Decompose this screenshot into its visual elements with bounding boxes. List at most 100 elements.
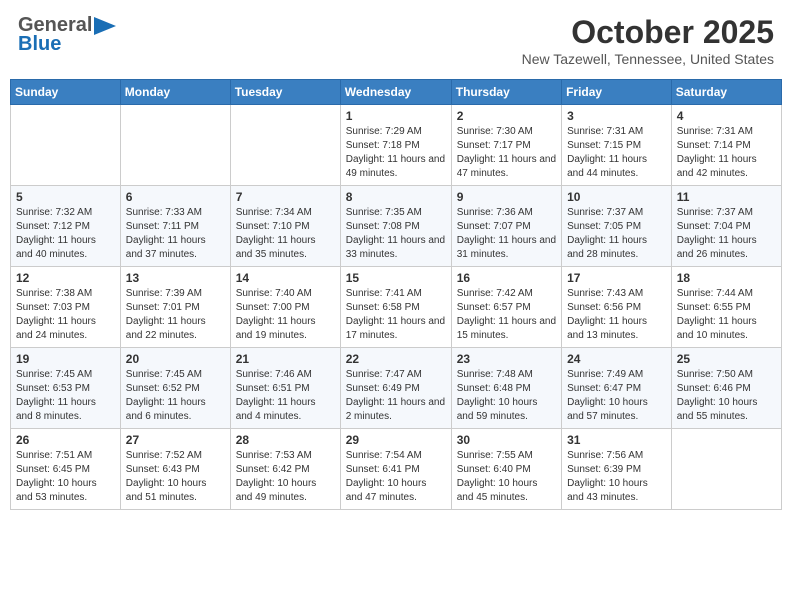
calendar-cell: 1 Sunrise: 7:29 AM Sunset: 7:18 PM Dayli… <box>340 105 451 186</box>
sunset-text: Sunset: 6:55 PM <box>677 302 751 313</box>
day-number: 27 <box>126 433 225 447</box>
day-number: 26 <box>16 433 115 447</box>
day-info: Sunrise: 7:54 AM Sunset: 6:41 PM Dayligh… <box>346 449 446 505</box>
day-info: Sunrise: 7:34 AM Sunset: 7:10 PM Dayligh… <box>236 206 335 262</box>
calendar-cell: 21 Sunrise: 7:46 AM Sunset: 6:51 PM Dayl… <box>230 348 340 429</box>
calendar-week-row: 5 Sunrise: 7:32 AM Sunset: 7:12 PM Dayli… <box>11 186 782 267</box>
sunrise-text: Sunrise: 7:50 AM <box>677 369 753 380</box>
sunrise-text: Sunrise: 7:36 AM <box>457 207 533 218</box>
calendar-cell <box>671 429 781 510</box>
daylight-text: Daylight: 10 hours and 49 minutes. <box>236 478 317 503</box>
day-info: Sunrise: 7:31 AM Sunset: 7:15 PM Dayligh… <box>567 125 666 181</box>
day-info: Sunrise: 7:37 AM Sunset: 7:05 PM Dayligh… <box>567 206 666 262</box>
calendar-cell: 3 Sunrise: 7:31 AM Sunset: 7:15 PM Dayli… <box>562 105 672 186</box>
daylight-text: Daylight: 11 hours and 42 minutes. <box>677 154 757 179</box>
day-info: Sunrise: 7:51 AM Sunset: 6:45 PM Dayligh… <box>16 449 115 505</box>
sunset-text: Sunset: 7:05 PM <box>567 221 641 232</box>
day-info: Sunrise: 7:36 AM Sunset: 7:07 PM Dayligh… <box>457 206 556 262</box>
day-number: 12 <box>16 271 115 285</box>
sunrise-text: Sunrise: 7:37 AM <box>567 207 643 218</box>
sunrise-text: Sunrise: 7:47 AM <box>346 369 422 380</box>
calendar-cell: 8 Sunrise: 7:35 AM Sunset: 7:08 PM Dayli… <box>340 186 451 267</box>
calendar-cell: 22 Sunrise: 7:47 AM Sunset: 6:49 PM Dayl… <box>340 348 451 429</box>
calendar-cell: 11 Sunrise: 7:37 AM Sunset: 7:04 PM Dayl… <box>671 186 781 267</box>
day-number: 4 <box>677 109 776 123</box>
daylight-text: Daylight: 10 hours and 59 minutes. <box>457 397 538 422</box>
calendar-cell: 29 Sunrise: 7:54 AM Sunset: 6:41 PM Dayl… <box>340 429 451 510</box>
calendar-cell: 2 Sunrise: 7:30 AM Sunset: 7:17 PM Dayli… <box>451 105 561 186</box>
day-number: 2 <box>457 109 556 123</box>
daylight-text: Daylight: 10 hours and 45 minutes. <box>457 478 538 503</box>
day-info: Sunrise: 7:45 AM Sunset: 6:52 PM Dayligh… <box>126 368 225 424</box>
calendar-cell: 13 Sunrise: 7:39 AM Sunset: 7:01 PM Dayl… <box>120 267 230 348</box>
daylight-text: Daylight: 11 hours and 6 minutes. <box>126 397 206 422</box>
daylight-text: Daylight: 10 hours and 55 minutes. <box>677 397 758 422</box>
sunset-text: Sunset: 7:17 PM <box>457 140 531 151</box>
title-block: October 2025 New Tazewell, Tennessee, Un… <box>522 14 774 67</box>
sunrise-text: Sunrise: 7:29 AM <box>346 126 422 137</box>
day-info: Sunrise: 7:53 AM Sunset: 6:42 PM Dayligh… <box>236 449 335 505</box>
daylight-text: Daylight: 10 hours and 51 minutes. <box>126 478 207 503</box>
calendar-cell: 19 Sunrise: 7:45 AM Sunset: 6:53 PM Dayl… <box>11 348 121 429</box>
day-info: Sunrise: 7:49 AM Sunset: 6:47 PM Dayligh… <box>567 368 666 424</box>
sunset-text: Sunset: 7:15 PM <box>567 140 641 151</box>
day-number: 14 <box>236 271 335 285</box>
daylight-text: Daylight: 11 hours and 37 minutes. <box>126 235 206 260</box>
calendar-cell <box>120 105 230 186</box>
daylight-text: Daylight: 11 hours and 49 minutes. <box>346 154 445 179</box>
day-number: 24 <box>567 352 666 366</box>
sunrise-text: Sunrise: 7:38 AM <box>16 288 92 299</box>
daylight-text: Daylight: 11 hours and 19 minutes. <box>236 316 316 341</box>
calendar-cell: 10 Sunrise: 7:37 AM Sunset: 7:05 PM Dayl… <box>562 186 672 267</box>
day-info: Sunrise: 7:41 AM Sunset: 6:58 PM Dayligh… <box>346 287 446 343</box>
calendar-cell: 16 Sunrise: 7:42 AM Sunset: 6:57 PM Dayl… <box>451 267 561 348</box>
sunset-text: Sunset: 6:51 PM <box>236 383 310 394</box>
calendar-cell: 31 Sunrise: 7:56 AM Sunset: 6:39 PM Dayl… <box>562 429 672 510</box>
month-title: October 2025 <box>522 14 774 51</box>
sunset-text: Sunset: 7:03 PM <box>16 302 90 313</box>
sunrise-text: Sunrise: 7:45 AM <box>126 369 202 380</box>
daylight-text: Daylight: 11 hours and 44 minutes. <box>567 154 647 179</box>
day-number: 8 <box>346 190 446 204</box>
daylight-text: Daylight: 10 hours and 47 minutes. <box>346 478 427 503</box>
sunset-text: Sunset: 6:58 PM <box>346 302 420 313</box>
sunrise-text: Sunrise: 7:31 AM <box>677 126 753 137</box>
logo-text-blue: Blue <box>18 33 61 56</box>
calendar-cell <box>230 105 340 186</box>
calendar-cell: 5 Sunrise: 7:32 AM Sunset: 7:12 PM Dayli… <box>11 186 121 267</box>
sunset-text: Sunset: 6:39 PM <box>567 464 641 475</box>
sunset-text: Sunset: 7:12 PM <box>16 221 90 232</box>
day-number: 23 <box>457 352 556 366</box>
weekday-header-friday: Friday <box>562 80 672 105</box>
day-info: Sunrise: 7:37 AM Sunset: 7:04 PM Dayligh… <box>677 206 776 262</box>
sunrise-text: Sunrise: 7:42 AM <box>457 288 533 299</box>
sunset-text: Sunset: 7:08 PM <box>346 221 420 232</box>
calendar-cell: 15 Sunrise: 7:41 AM Sunset: 6:58 PM Dayl… <box>340 267 451 348</box>
sunset-text: Sunset: 7:04 PM <box>677 221 751 232</box>
page-header: General Blue October 2025 New Tazewell, … <box>10 10 782 71</box>
sunset-text: Sunset: 7:14 PM <box>677 140 751 151</box>
day-info: Sunrise: 7:35 AM Sunset: 7:08 PM Dayligh… <box>346 206 446 262</box>
sunrise-text: Sunrise: 7:33 AM <box>126 207 202 218</box>
daylight-text: Daylight: 11 hours and 40 minutes. <box>16 235 96 260</box>
sunset-text: Sunset: 6:45 PM <box>16 464 90 475</box>
sunrise-text: Sunrise: 7:55 AM <box>457 450 533 461</box>
daylight-text: Daylight: 11 hours and 26 minutes. <box>677 235 757 260</box>
day-number: 13 <box>126 271 225 285</box>
daylight-text: Daylight: 10 hours and 53 minutes. <box>16 478 97 503</box>
calendar-cell: 12 Sunrise: 7:38 AM Sunset: 7:03 PM Dayl… <box>11 267 121 348</box>
sunset-text: Sunset: 6:40 PM <box>457 464 531 475</box>
day-info: Sunrise: 7:43 AM Sunset: 6:56 PM Dayligh… <box>567 287 666 343</box>
sunrise-text: Sunrise: 7:52 AM <box>126 450 202 461</box>
weekday-header-tuesday: Tuesday <box>230 80 340 105</box>
calendar-week-row: 19 Sunrise: 7:45 AM Sunset: 6:53 PM Dayl… <box>11 348 782 429</box>
sunrise-text: Sunrise: 7:51 AM <box>16 450 92 461</box>
day-number: 10 <box>567 190 666 204</box>
day-number: 28 <box>236 433 335 447</box>
calendar-cell: 20 Sunrise: 7:45 AM Sunset: 6:52 PM Dayl… <box>120 348 230 429</box>
day-info: Sunrise: 7:31 AM Sunset: 7:14 PM Dayligh… <box>677 125 776 181</box>
day-number: 7 <box>236 190 335 204</box>
calendar-cell: 18 Sunrise: 7:44 AM Sunset: 6:55 PM Dayl… <box>671 267 781 348</box>
sunrise-text: Sunrise: 7:45 AM <box>16 369 92 380</box>
daylight-text: Daylight: 11 hours and 15 minutes. <box>457 316 556 341</box>
